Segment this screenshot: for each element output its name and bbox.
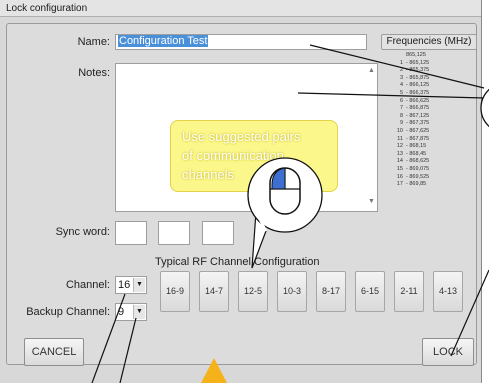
leader-line: [91, 293, 126, 383]
leader-line: [309, 44, 485, 89]
annotation-overlay: [91, 44, 489, 383]
leader-line: [297, 92, 485, 99]
pointer-arrow-icon: [201, 358, 227, 383]
leader-line: [450, 269, 489, 357]
mouse-callout: [247, 157, 323, 269]
mouse-icon: [269, 167, 301, 215]
leader-line: [119, 317, 137, 383]
bubble-right: [480, 88, 489, 128]
